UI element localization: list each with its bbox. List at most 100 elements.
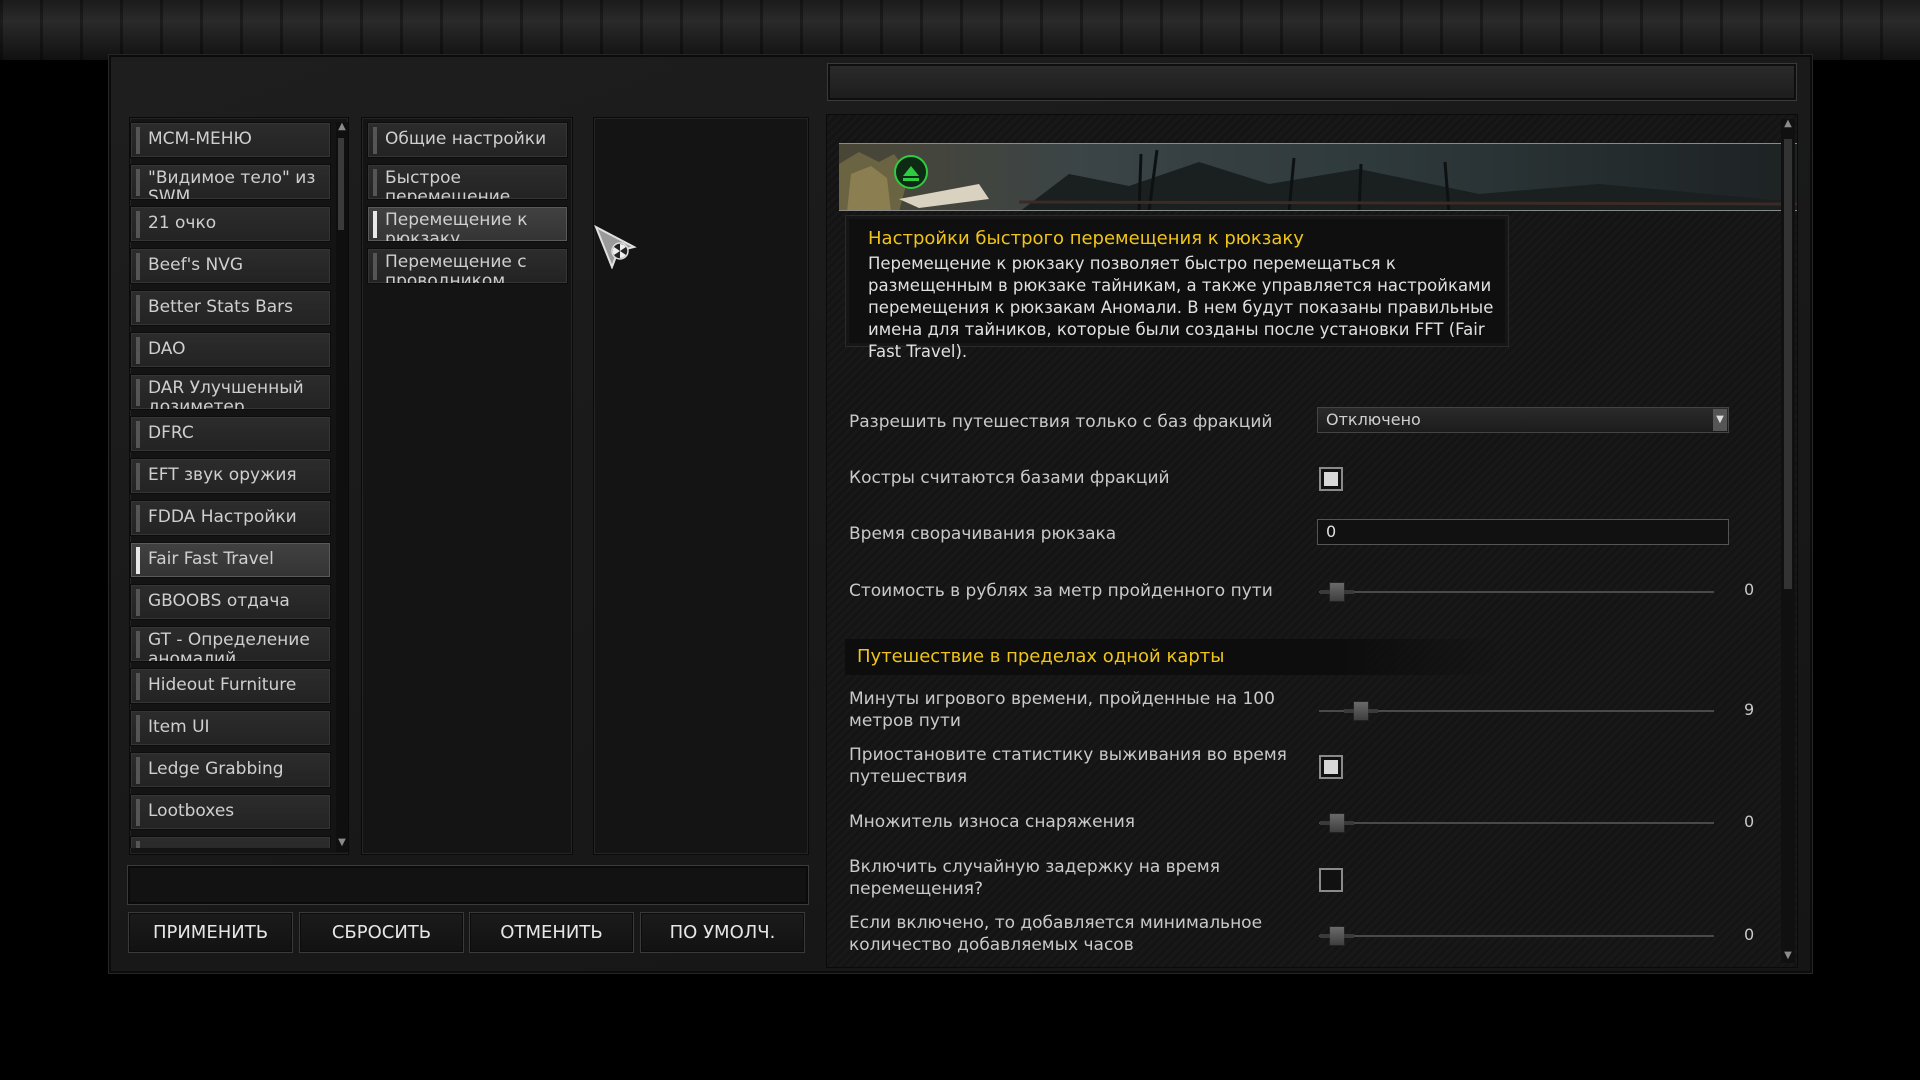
mod-item-label: "Видимое тело" из SWM bbox=[148, 168, 316, 200]
sub-item-label: Перемещение к рюкзаку bbox=[385, 210, 528, 242]
mod-item-label: GT - Определение аномалий bbox=[148, 630, 310, 662]
mod-item-label: Ledge Grabbing bbox=[148, 759, 284, 779]
item-marker bbox=[373, 253, 377, 280]
cost-slider-value: 0 bbox=[1744, 580, 1755, 599]
minutes-slider-track[interactable] bbox=[1319, 710, 1714, 712]
mod-item-label: FDDA Настройки bbox=[148, 507, 297, 527]
minutes-slider-value: 9 bbox=[1744, 700, 1755, 719]
item-marker bbox=[136, 505, 140, 532]
cost-label: Стоимость в рублях за метр пройденного п… bbox=[849, 581, 1273, 601]
mod-item-label: Hideout Furniture bbox=[148, 675, 297, 695]
pack-time-value: 0 bbox=[1326, 522, 1337, 541]
item-marker bbox=[136, 715, 140, 742]
mod-item-label: DAO bbox=[148, 339, 186, 359]
item-marker bbox=[373, 127, 377, 154]
mod-item-dfrc[interactable]: DFRC bbox=[130, 416, 331, 452]
faction-only-value: Отключено bbox=[1326, 410, 1421, 429]
item-marker bbox=[136, 337, 140, 364]
random-delay-checkbox[interactable] bbox=[1319, 868, 1343, 892]
wear-label: Множитель износа снаряжения bbox=[849, 812, 1136, 832]
scroll-up-arrow-icon[interactable]: ▲ bbox=[336, 122, 348, 132]
reset-button[interactable]: СБРОСИТЬ bbox=[299, 912, 464, 953]
mod-item-eft-weapon-sound[interactable]: EFT звук оружия bbox=[130, 458, 331, 494]
mod-item-gboobs-recoil[interactable]: GBOOBS отдача bbox=[130, 584, 331, 620]
mod-list-scrollbar[interactable]: ▲ ▼ bbox=[336, 122, 348, 852]
mod-item-item-ui-improvements[interactable]: Item UI Improvements bbox=[130, 710, 331, 746]
defaults-button[interactable]: ПО УМОЛЧ. bbox=[640, 912, 805, 953]
item-marker bbox=[136, 211, 140, 238]
min-hours-slider-track[interactable] bbox=[1319, 935, 1714, 937]
scroll-down-arrow-icon[interactable]: ▼ bbox=[1781, 951, 1795, 961]
apply-button[interactable]: ПРИМЕНИТЬ bbox=[128, 912, 293, 953]
sub-item-backpack-travel[interactable]: Перемещение к рюкзаку bbox=[367, 206, 568, 242]
mod-item-label: DAR Улучшенный дозиметер bbox=[148, 378, 304, 410]
mod-item-visible-body[interactable]: "Видимое тело" из SWM bbox=[130, 164, 331, 200]
mod-item-label: DFRC bbox=[148, 423, 194, 443]
minutes-slider-knob[interactable] bbox=[1344, 701, 1378, 721]
item-marker bbox=[136, 799, 140, 826]
mod-item-mcm-menu[interactable]: MCM-МЕНЮ bbox=[130, 122, 331, 158]
scroll-thumb[interactable] bbox=[338, 138, 344, 230]
mod-item-ledge-grabbing[interactable]: Ledge Grabbing bbox=[130, 752, 331, 788]
item-marker bbox=[136, 589, 140, 616]
cost-slider-knob[interactable] bbox=[1320, 582, 1354, 602]
wear-slider-value: 0 bbox=[1744, 812, 1755, 831]
mod-item-label: EFT звук оружия bbox=[148, 465, 297, 485]
sub-item-label: Общие настройки bbox=[385, 129, 547, 149]
campfires-label: Костры считаются базами фракций bbox=[849, 468, 1170, 488]
mod-item-label: MCM-МЕНЮ bbox=[148, 129, 252, 149]
message-bar bbox=[127, 865, 809, 905]
pack-time-input[interactable]: 0 bbox=[1317, 519, 1729, 545]
item-marker bbox=[136, 379, 140, 406]
item-marker bbox=[373, 169, 377, 196]
mod-item-fair-fast-travel[interactable]: Fair Fast Travel bbox=[130, 542, 331, 578]
mod-item-fdda-settings[interactable]: FDDA Настройки bbox=[130, 500, 331, 536]
item-marker bbox=[136, 295, 140, 322]
description-box: Настройки быстрого перемещения к рюкзаку… bbox=[845, 215, 1509, 361]
pause-stats-label: Приостановите статистику выживания во вр… bbox=[849, 745, 1287, 787]
min-hours-label: Если включено, то добавляется минимально… bbox=[849, 913, 1263, 955]
mod-item-21[interactable]: 21 очко bbox=[130, 206, 331, 242]
item-marker bbox=[136, 631, 140, 658]
mod-item-dao[interactable]: DAO bbox=[130, 332, 331, 368]
mod-item-label: Beef's NVG bbox=[148, 255, 244, 275]
mod-list-panel: MCM-МЕНЮ "Видимое тело" из SWM 21 очко B… bbox=[129, 117, 349, 855]
banner-illustration-icon bbox=[839, 149, 1797, 210]
mod-item-dar-dosimeter[interactable]: DAR Улучшенный дозиметер bbox=[130, 374, 331, 410]
mouse-cursor-icon bbox=[594, 225, 637, 269]
mod-item-label: Item UI Improvements bbox=[148, 717, 271, 745]
mod-item-label: Lootboxes bbox=[148, 801, 235, 821]
mod-item-gt-anomaly-detection[interactable]: GT - Определение аномалий bbox=[130, 626, 331, 662]
mod-list: MCM-МЕНЮ "Видимое тело" из SWM 21 очко B… bbox=[130, 122, 350, 848]
item-marker bbox=[373, 211, 377, 238]
wear-slider-knob[interactable] bbox=[1320, 813, 1354, 833]
sub-item-fast-travel[interactable]: Быстрое перемещение bbox=[367, 164, 568, 200]
sub-item-general-settings[interactable]: Общие настройки bbox=[367, 122, 568, 158]
settings-scrollbar[interactable]: ▲ ▼ bbox=[1781, 119, 1795, 963]
item-marker bbox=[136, 757, 140, 784]
mod-item-lootboxes[interactable]: Lootboxes bbox=[130, 794, 331, 830]
campfires-checkbox[interactable] bbox=[1319, 467, 1343, 491]
cost-slider-track[interactable] bbox=[1319, 591, 1714, 593]
cancel-button[interactable]: ОТМЕНИТЬ bbox=[469, 912, 634, 953]
min-hours-slider-knob[interactable] bbox=[1320, 926, 1354, 946]
mod-item-partial[interactable] bbox=[130, 836, 331, 848]
mod-banner bbox=[839, 143, 1797, 211]
mod-item-label: GBOOBS отдача bbox=[148, 591, 290, 611]
scroll-down-arrow-icon[interactable]: ▼ bbox=[336, 838, 348, 848]
sub-item-label: Перемещение с проводником bbox=[385, 252, 527, 284]
mod-item-better-stats-bars[interactable]: Better Stats Bars bbox=[130, 290, 331, 326]
item-marker bbox=[136, 841, 140, 848]
mod-item-beefs-nvg[interactable]: Beef's NVG bbox=[130, 248, 331, 284]
chevron-down-icon[interactable]: ▼ bbox=[1713, 409, 1727, 431]
item-marker bbox=[136, 547, 140, 574]
scroll-up-arrow-icon[interactable]: ▲ bbox=[1781, 119, 1795, 129]
pause-stats-checkbox[interactable] bbox=[1319, 755, 1343, 779]
scroll-thumb[interactable] bbox=[1784, 139, 1792, 589]
mod-item-hideout-furniture[interactable]: Hideout Furniture bbox=[130, 668, 331, 704]
faction-only-dropdown[interactable]: Отключено ▼ bbox=[1317, 407, 1729, 433]
sub-item-label: Быстрое перемещение bbox=[385, 168, 511, 200]
mod-item-label: 21 очко bbox=[148, 213, 217, 233]
wear-slider-track[interactable] bbox=[1319, 822, 1714, 824]
sub-item-guide-travel[interactable]: Перемещение с проводником bbox=[367, 248, 568, 284]
